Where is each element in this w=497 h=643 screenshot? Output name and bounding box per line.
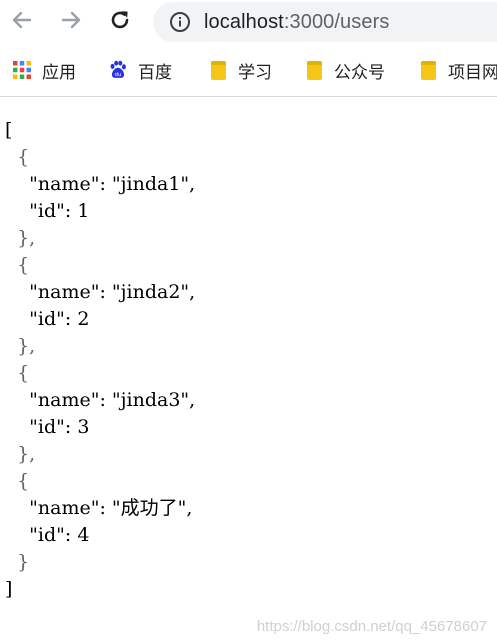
- address-bar[interactable]: localhost:3000/users: [153, 2, 497, 42]
- bookmark-label: 学习: [238, 62, 272, 82]
- json-line: "name": "jinda1",: [5, 173, 196, 195]
- arrow-left-icon: [11, 9, 33, 36]
- json-line: {: [5, 470, 30, 492]
- url-path: :3000/users: [283, 11, 390, 33]
- json-response-body: [ { "name": "jinda1", "id": 1 }, { "name…: [5, 117, 195, 603]
- bookmark-label: 应用: [42, 62, 76, 82]
- json-line: }: [5, 551, 30, 573]
- bookmark-apps[interactable]: 应用: [12, 56, 76, 84]
- url-host: localhost: [204, 11, 284, 33]
- bookmark-folder-projects[interactable]: 项目网: [418, 56, 497, 84]
- arrow-right-icon: [60, 9, 82, 36]
- bookmark-label: 百度: [138, 62, 172, 82]
- info-circle-icon[interactable]: [169, 11, 191, 33]
- apps-grid-icon: [12, 60, 32, 80]
- json-line: "id": 2: [5, 308, 90, 330]
- json-line: "name": "jinda2",: [5, 281, 196, 303]
- json-line: },: [5, 227, 36, 249]
- bookmark-folder-study[interactable]: 学习: [208, 56, 272, 84]
- forward-button[interactable]: [55, 6, 87, 38]
- baidu-paw-icon: du: [108, 60, 128, 80]
- folder-icon: [304, 60, 324, 80]
- json-line: "id": 1: [5, 200, 90, 222]
- json-line: {: [5, 362, 30, 384]
- bookmarks-bar: 应用 du 百度 学习 公众号 项目网: [0, 44, 497, 97]
- json-line: {: [5, 254, 30, 276]
- json-line: },: [5, 443, 36, 465]
- reload-icon: [108, 8, 132, 37]
- json-line: "name": "成功了",: [5, 497, 193, 519]
- bookmark-baidu[interactable]: du 百度: [108, 56, 172, 84]
- back-button[interactable]: [6, 6, 38, 38]
- bookmark-folder-wechat[interactable]: 公众号: [304, 56, 385, 84]
- bookmark-label: 公众号: [334, 62, 385, 82]
- reload-button[interactable]: [104, 6, 136, 38]
- bookmark-label: 项目网: [448, 62, 497, 82]
- json-line: "name": "jinda3",: [5, 389, 196, 411]
- json-line: "id": 4: [5, 524, 90, 546]
- json-line: "id": 3: [5, 416, 90, 438]
- json-line: {: [5, 146, 30, 168]
- svg-text:du: du: [115, 72, 122, 78]
- url-text[interactable]: localhost:3000/users: [204, 10, 389, 34]
- browser-toolbar: localhost:3000/users: [0, 0, 497, 44]
- json-line: },: [5, 335, 36, 357]
- json-line: ]: [5, 578, 13, 600]
- folder-icon: [208, 60, 228, 80]
- watermark: https://blog.csdn.net/qq_45678607: [256, 618, 487, 635]
- folder-icon: [418, 60, 438, 80]
- json-line: [: [5, 119, 13, 141]
